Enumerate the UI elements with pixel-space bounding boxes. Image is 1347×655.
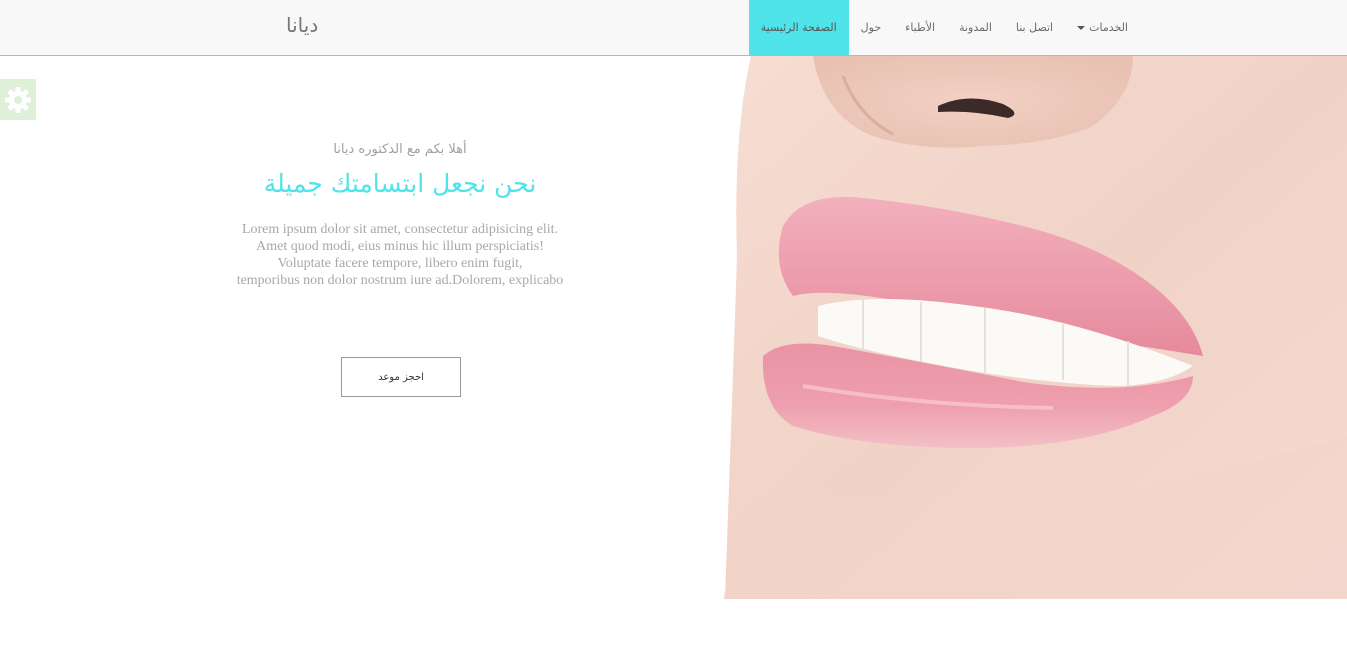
nav-item-blog[interactable]: المدونة <box>947 0 1004 55</box>
hero-description-line: Amet quod modi, eius minus hic illum per… <box>256 239 544 254</box>
caret-down-icon <box>1077 25 1086 30</box>
gear-icon <box>5 86 31 113</box>
nav-item-label: اتصل بنا <box>1015 21 1054 34</box>
nav-item-label: المدونة <box>959 21 992 34</box>
nav-item-home[interactable]: الصفحة الرئيسية <box>748 0 849 55</box>
book-appointment-button[interactable]: احجز موعد <box>341 357 461 397</box>
hero-headline: نحن نجعل ابتسامتك جميلة <box>263 169 537 198</box>
hero-content: أهلا بكم مع الدكتوره ديانا نحن نجعل ابتس… <box>200 140 600 289</box>
nav-item-doctors[interactable]: الأطباء <box>893 0 947 55</box>
nav-item-services-dropdown[interactable]: الخدمات <box>1065 0 1140 55</box>
nav-item-label: الخدمات <box>1089 21 1128 34</box>
hero-description-line: Voluptate facere tempore, libero enim fu… <box>277 256 523 271</box>
nav-item-label: الصفحة الرئيسية <box>760 21 837 34</box>
hero-smile-image <box>723 56 1347 599</box>
navbar: ديانا الصفحة الرئيسية حول الأطباء المدون… <box>0 0 1347 56</box>
hero-greeting: أهلا بكم مع الدكتوره ديانا <box>333 142 467 157</box>
nav-menu: الصفحة الرئيسية حول الأطباء المدونة اتصل… <box>748 0 1140 55</box>
hero-description-line: temporibus non dolor nostrum iure ad.Dol… <box>236 273 564 288</box>
settings-toggle[interactable] <box>0 79 36 120</box>
nav-item-about[interactable]: حول <box>849 0 893 55</box>
nav-item-contact[interactable]: اتصل بنا <box>1004 0 1065 55</box>
hero-description: Lorem ipsum dolor sit amet, consectetur … <box>200 221 600 289</box>
nav-item-label: حول <box>860 21 882 34</box>
brand-logo[interactable]: ديانا <box>286 13 318 37</box>
hero-description-line: Lorem ipsum dolor sit amet, consectetur … <box>241 222 559 237</box>
nav-item-label: الأطباء <box>905 21 936 34</box>
